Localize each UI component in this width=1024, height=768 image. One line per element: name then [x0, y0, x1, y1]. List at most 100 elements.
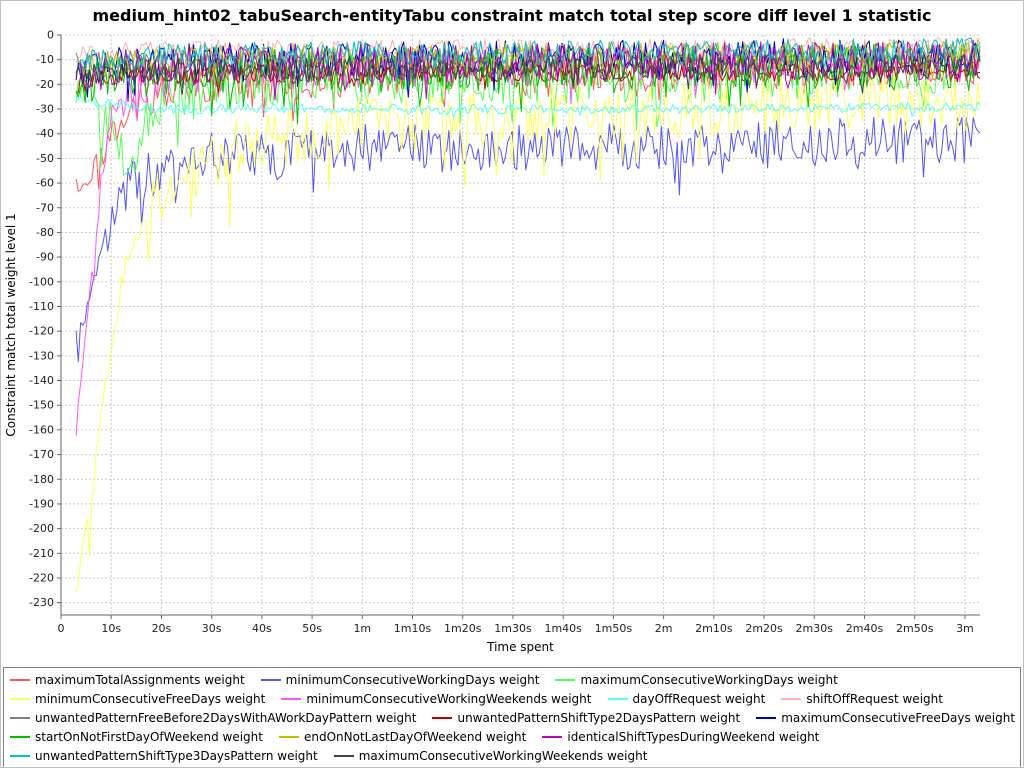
y-tick-label: -40 [36, 127, 54, 140]
x-tick-label: 1m30s [494, 622, 532, 635]
legend-label: minimumConsecutiveFreeDays weight [35, 692, 265, 706]
x-tick-label: 2m [655, 622, 673, 635]
legend-label: dayOffRequest weight [633, 692, 766, 706]
x-tick-label: 0 [58, 622, 65, 635]
x-tick-label: 2m50s [896, 622, 934, 635]
legend-line-icon [10, 755, 30, 757]
x-tick-label: 30s [202, 622, 222, 635]
legend-label: startOnNotFirstDayOfWeekend weight [35, 730, 263, 744]
legend-line-icon [281, 698, 301, 700]
x-tick-label: 1m20s [444, 622, 482, 635]
legend-item: dayOffRequest weight [608, 692, 766, 706]
y-tick-label: -90 [36, 251, 54, 264]
legend-label: maximumTotalAssignments weight [35, 673, 245, 687]
y-tick-label: -150 [29, 399, 54, 412]
y-tick-label: -10 [36, 53, 54, 66]
legend-item: unwantedPatternFreeBefore2DaysWithAWorkD… [10, 711, 416, 725]
legend-line-icon [608, 698, 628, 700]
legend-row: startOnNotFirstDayOfWeekend weight endOnN… [10, 727, 1014, 746]
y-tick-label: -60 [36, 177, 54, 190]
y-tick-label: -100 [29, 275, 54, 288]
x-tick-label: 40s [252, 622, 272, 635]
legend-item: unwantedPatternShiftType2DaysPattern wei… [432, 711, 740, 725]
legend-row: maximumTotalAssignments weight minimumCon… [10, 670, 1014, 689]
legend-label: maximumConsecutiveFreeDays weight [781, 711, 1015, 725]
legend-line-icon [10, 698, 30, 700]
legend-label: minimumConsecutiveWorkingDays weight [286, 673, 540, 687]
legend-item: maximumTotalAssignments weight [10, 673, 245, 687]
x-tick-label: 1m50s [595, 622, 633, 635]
legend-item: maximumConsecutiveFreeDays weight [756, 711, 1015, 725]
legend-line-icon [261, 679, 281, 681]
x-tick-label: 3m [956, 622, 974, 635]
y-tick-label: 0 [47, 29, 54, 42]
y-tick-label: -170 [29, 448, 54, 461]
y-tick-label: -110 [29, 300, 54, 313]
legend-item: maximumConsecutiveWorkingWeekends weight [334, 749, 648, 763]
x-tick-label: 50s [302, 622, 322, 635]
x-tick-label: 2m10s [695, 622, 733, 635]
y-axis-label: Constraint match total weight level 1 [4, 213, 18, 436]
x-axis-label: Time spent [486, 640, 554, 654]
line-chart-plot: 0 10s 20s 30s 40s 50s 1m 1m10s 1m20s 1m30s 1m40s 1m… [1, 27, 1024, 661]
y-tick-label: -70 [36, 201, 54, 214]
legend-line-icon [555, 679, 575, 681]
legend-line-icon [10, 717, 30, 719]
legend-label: unwantedPatternFreeBefore2DaysWithAWorkD… [35, 711, 416, 725]
legend-item: startOnNotFirstDayOfWeekend weight [10, 730, 263, 744]
legend-line-icon [10, 736, 30, 738]
legend-line-icon [334, 755, 354, 757]
x-tick-label: 1m [353, 622, 371, 635]
legend-line-icon [781, 698, 801, 700]
y-tick-label: -200 [29, 522, 54, 535]
x-tick-label: 1m40s [544, 622, 582, 635]
legend-row: minimumConsecutiveFreeDays weight minimum… [10, 689, 1014, 708]
y-tick-label: -120 [29, 325, 54, 338]
legend-item: unwantedPatternShiftType3DaysPattern wei… [10, 749, 318, 763]
y-tick-label: -30 [36, 103, 54, 116]
legend-label: shiftOffRequest weight [806, 692, 943, 706]
legend-line-icon [542, 736, 562, 738]
legend-label: endOnNotLastDayOfWeekend weight [304, 730, 526, 744]
chart-page: medium_hint02_tabuSearch-entityTabu cons… [0, 0, 1024, 768]
legend-item: minimumConsecutiveFreeDays weight [10, 692, 265, 706]
y-tick-label: -20 [36, 78, 54, 91]
x-tick-label: 2m30s [796, 622, 834, 635]
legend-line-icon [10, 679, 30, 681]
legend-item: endOnNotLastDayOfWeekend weight [279, 730, 526, 744]
x-tick-label: 1m10s [394, 622, 432, 635]
legend-label: unwantedPatternShiftType2DaysPattern wei… [457, 711, 740, 725]
legend-label: minimumConsecutiveWorkingWeekends weight [306, 692, 591, 706]
legend-row: unwantedPatternShiftType3DaysPattern wei… [10, 746, 1014, 765]
chart-title: medium_hint02_tabuSearch-entityTabu cons… [1, 1, 1023, 27]
legend-line-icon [756, 717, 776, 719]
x-tick-label: 2m40s [846, 622, 884, 635]
y-tick-label: -140 [29, 374, 54, 387]
y-tick-label: -130 [29, 349, 54, 362]
legend-label: identicalShiftTypesDuringWeekend weight [567, 730, 819, 744]
legend-line-icon [279, 736, 299, 738]
x-tick-label: 2m20s [745, 622, 783, 635]
legend-label: maximumConsecutiveWorkingDays weight [580, 673, 837, 687]
legend-row: unwantedPatternFreeBefore2DaysWithAWorkD… [10, 708, 1014, 727]
legend-label: unwantedPatternShiftType3DaysPattern wei… [35, 749, 318, 763]
y-tick-label: -160 [29, 423, 54, 436]
legend-label: maximumConsecutiveWorkingWeekends weight [359, 749, 648, 763]
legend-item: maximumConsecutiveWorkingDays weight [555, 673, 837, 687]
legend-item: minimumConsecutiveWorkingWeekends weight [281, 692, 591, 706]
y-tick-label: -50 [36, 152, 54, 165]
x-tick-label: 20s [152, 622, 172, 635]
y-tick-label: -190 [29, 497, 54, 510]
x-tick-label: 10s [101, 622, 121, 635]
y-tick-label: -210 [29, 547, 54, 560]
legend-item: shiftOffRequest weight [781, 692, 943, 706]
y-tick-label: -220 [29, 571, 54, 584]
legend-item: minimumConsecutiveWorkingDays weight [261, 673, 540, 687]
legend-line-icon [432, 717, 452, 719]
legend-item: identicalShiftTypesDuringWeekend weight [542, 730, 819, 744]
y-tick-label: -230 [29, 596, 54, 609]
y-tick-label: -180 [29, 473, 54, 486]
plot-background [61, 35, 980, 615]
chart-legend: maximumTotalAssignments weight minimumCon… [3, 667, 1021, 768]
y-tick-label: -80 [36, 226, 54, 239]
